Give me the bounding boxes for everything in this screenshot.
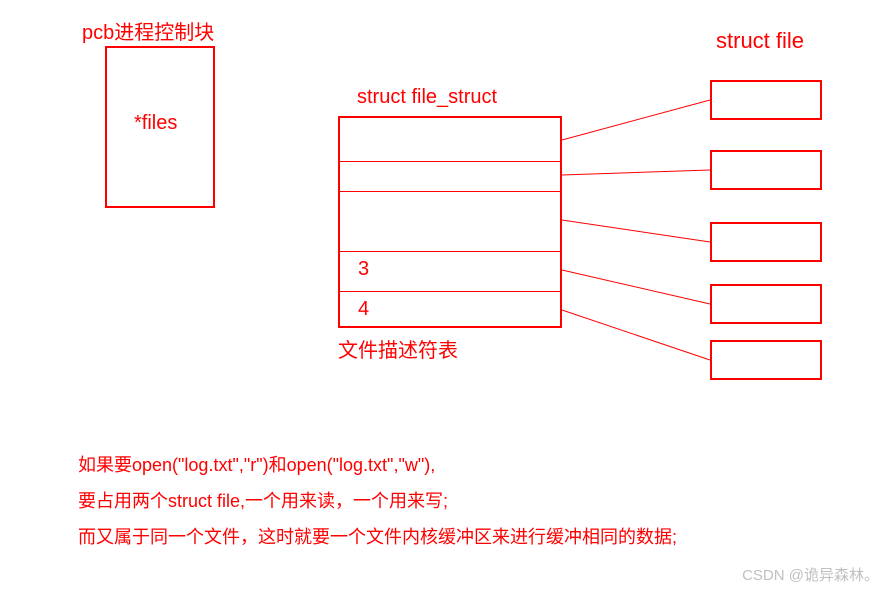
- explain-line-1: 如果要open("log.txt","r")和open("log.txt","w…: [78, 448, 435, 482]
- struct-file-box: [710, 222, 822, 262]
- table-row: 3: [340, 252, 560, 292]
- file-descriptor-table: 3 4: [338, 116, 562, 328]
- file-struct-title: struct file_struct: [357, 86, 497, 109]
- table-row: [340, 162, 560, 192]
- table-row: [340, 118, 560, 162]
- file-descriptor-caption: 文件描述符表: [338, 334, 458, 363]
- explain-line-3: 而又属于同一个文件，这时就要一个文件内核缓冲区来进行缓冲相同的数据;: [78, 520, 677, 554]
- fd-index: 3: [358, 258, 369, 281]
- struct-file-box: [710, 150, 822, 190]
- pcb-title: pcb进程控制块: [82, 16, 214, 45]
- watermark: CSDN @诡异森林。: [742, 564, 879, 585]
- struct-file-box: [710, 340, 822, 380]
- struct-file-box: [710, 80, 822, 120]
- table-row: 4: [340, 292, 560, 330]
- pcb-files-field: *files: [134, 112, 177, 135]
- explain-line-2: 要占用两个struct file,一个用来读，一个用来写;: [78, 484, 448, 518]
- table-row: [340, 192, 560, 252]
- struct-file-title: struct file: [716, 28, 804, 54]
- fd-index: 4: [358, 298, 369, 321]
- struct-file-box: [710, 284, 822, 324]
